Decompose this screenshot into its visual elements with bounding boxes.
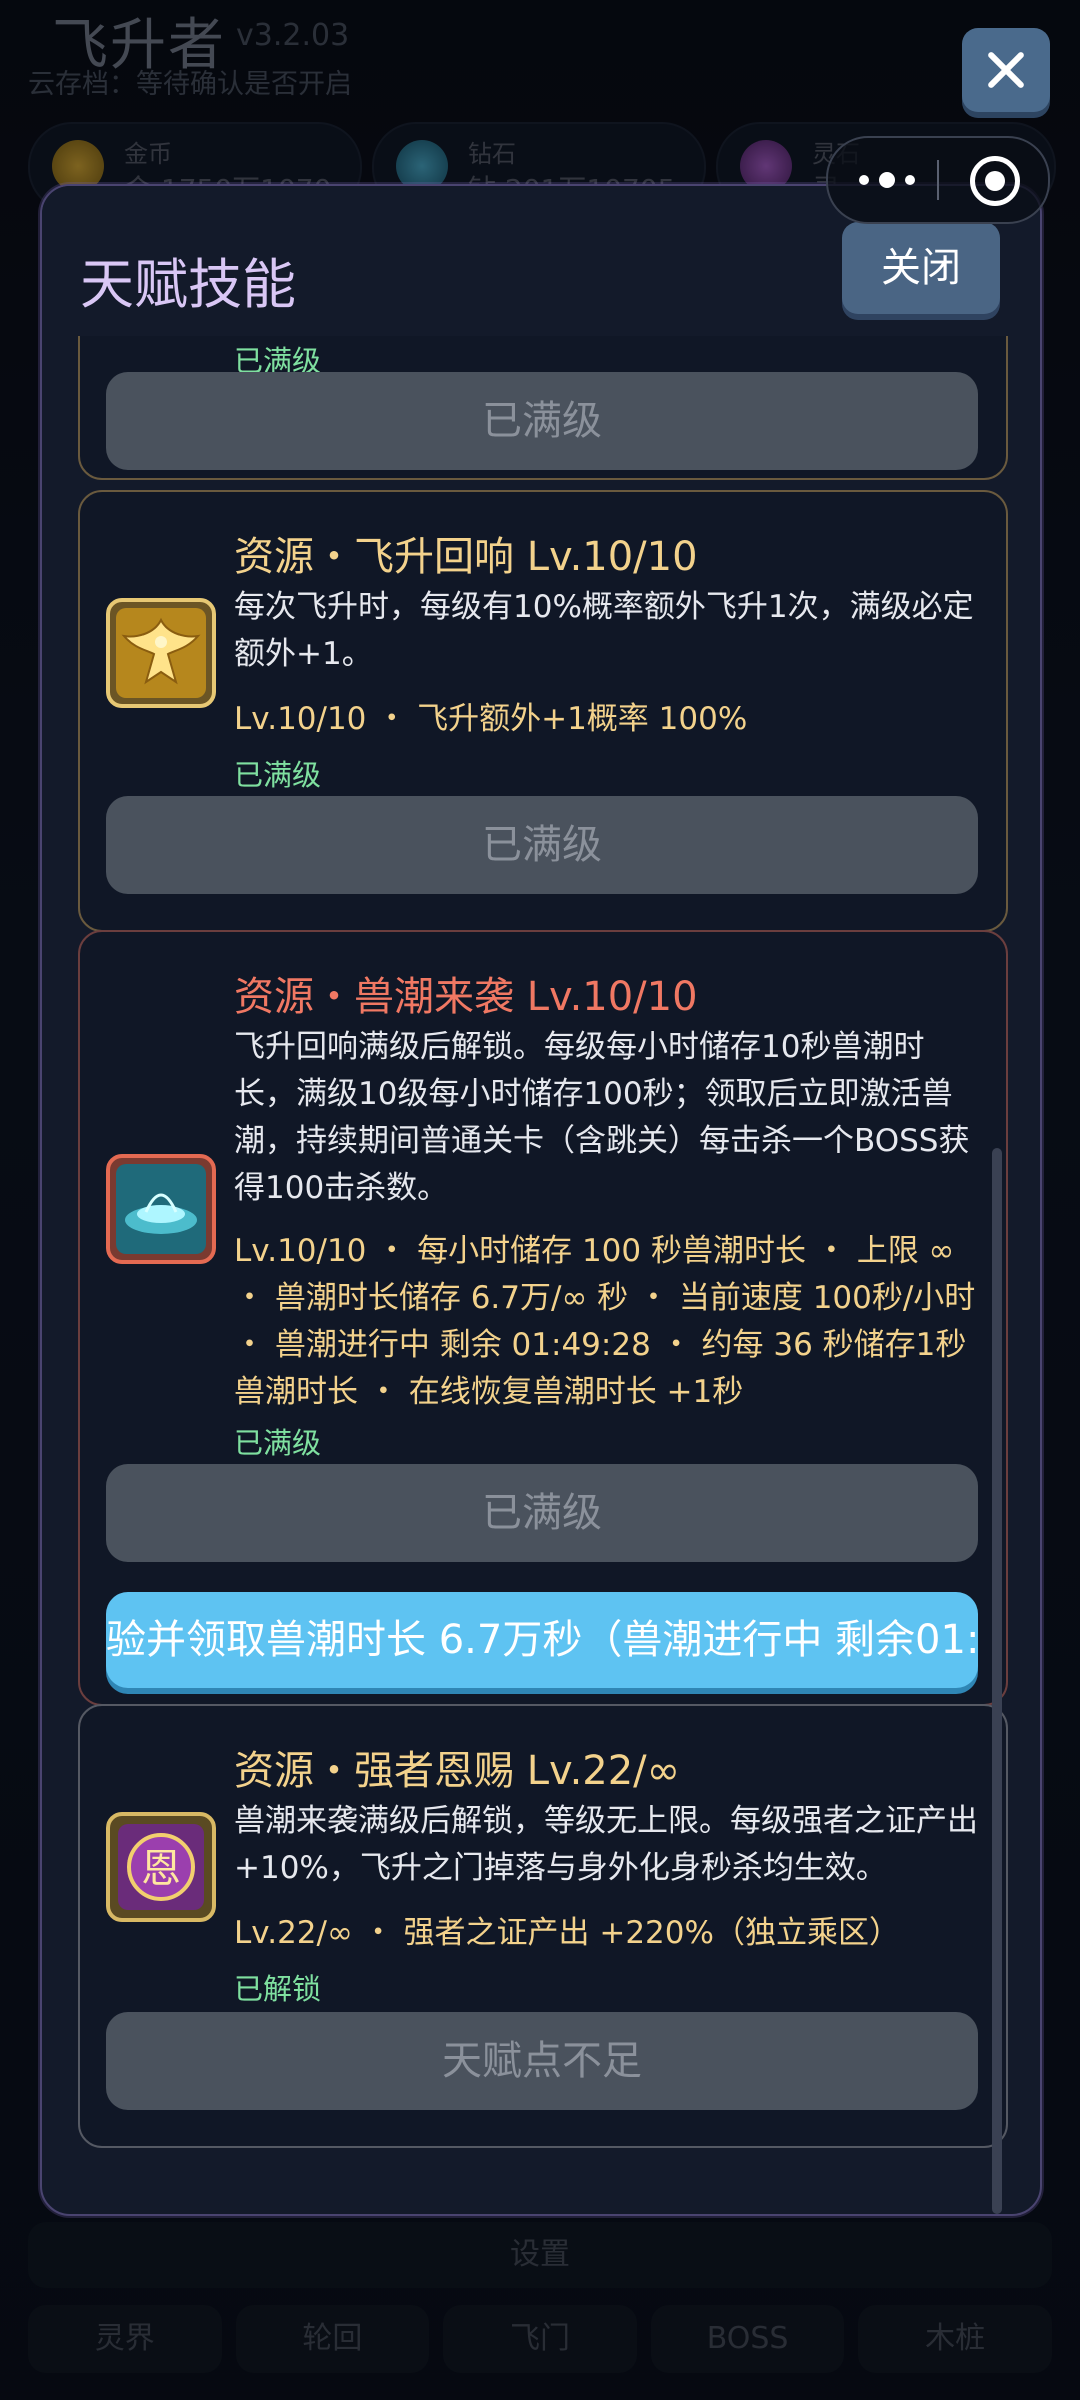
claim-beast-tide-button[interactable]: 验并领取兽潮时长 6.7万秒（兽潮进行中 剩余01: <box>106 1592 978 1688</box>
skill-description: 飞升回响满级后解锁。每级每小时储存10秒兽潮时长，满级10级每小时储存100秒；… <box>234 1029 970 1206</box>
skill-card-ascension-echo: 资源・飞升回响 Lv.10/10 每次飞升时，每级有10%概率额外飞升1次，满级… <box>78 490 1008 932</box>
skill-list[interactable]: 已满级 已满级 资源・飞升回响 Lv.10/10 每次飞升时，每级有10%概率额… <box>42 336 1040 2214</box>
max-level-button[interactable]: 已满级 <box>106 1464 978 1562</box>
grace-icon: 恩 <box>106 1812 216 1922</box>
capsule-divider <box>937 160 939 200</box>
skill-card-beast-tide: 资源・兽潮来袭 Lv.10/10 飞升回响满级后解锁。每级每小时储存10秒兽潮时… <box>78 930 1008 1706</box>
skill-stats: Lv.10/10 ・ 飞升额外+1概率 100% <box>234 701 748 737</box>
max-level-button[interactable]: 已满级 <box>106 796 978 894</box>
portal-icon <box>106 1154 216 1264</box>
insufficient-points-button[interactable]: 天赋点不足 <box>106 2012 978 2110</box>
skill-stats: Lv.10/10 ・ 每小时储存 100 秒兽潮时长 ・ 上限 ∞ ・ 兽潮时长… <box>234 1233 976 1410</box>
close-icon[interactable] <box>962 28 1050 112</box>
talent-skills-modal: 天赋技能 关闭 已满级 已满级 资源・飞升回响 Lv.10/10 每次飞升时，每… <box>40 184 1042 2216</box>
phoenix-icon <box>106 598 216 708</box>
skill-description: 每次飞升时，每级有10%概率额外飞升1次，满级必定额外+1。 <box>234 589 974 672</box>
skill-status: 已解锁 <box>234 1972 322 2006</box>
skill-status: 已满级 <box>234 758 322 792</box>
skill-title: 资源・强者恩赐 Lv.22/∞ <box>234 1748 680 1794</box>
exit-target-icon[interactable] <box>970 156 1020 206</box>
close-button[interactable]: 关闭 <box>842 222 1000 314</box>
skill-status: 已满级 <box>234 1426 322 1460</box>
skill-card: 已满级 已满级 <box>78 336 1008 480</box>
skill-title: 资源・飞升回响 Lv.10/10 <box>234 534 698 580</box>
claim-button-label: 验并领取兽潮时长 6.7万秒（兽潮进行中 剩余01: <box>106 1617 978 1663</box>
more-icon[interactable] <box>852 160 922 200</box>
skill-card-strongman-grace: 恩 资源・强者恩赐 Lv.22/∞ 兽潮来袭满级后解锁，等级无上限。每级强者之证… <box>78 1704 1008 2148</box>
max-level-button[interactable]: 已满级 <box>106 372 978 470</box>
skill-stats: Lv.22/∞ ・ 强者之证产出 +220%（独立乘区） <box>234 1915 900 1951</box>
scrollbar[interactable] <box>992 1148 1002 2214</box>
grace-icon-glyph: 恩 <box>141 1846 181 1892</box>
modal-title: 天赋技能 <box>80 253 296 316</box>
mini-program-capsule <box>826 136 1050 224</box>
skill-title: 资源・兽潮来袭 Lv.10/10 <box>234 974 698 1020</box>
skill-description: 兽潮来袭满级后解锁，等级无上限。每级强者之证产出 +10%，飞升之门掉落与身外化… <box>234 1803 978 1886</box>
